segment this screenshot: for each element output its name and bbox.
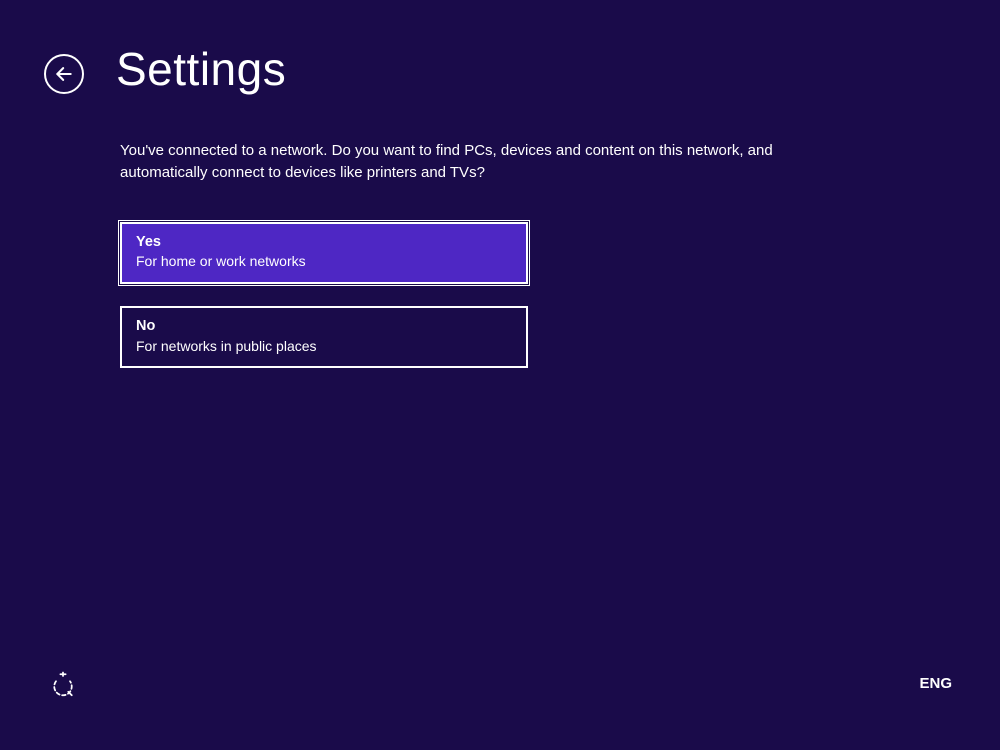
footer: ENG <box>0 668 1000 698</box>
options-group: Yes For home or work networks No For net… <box>120 222 940 369</box>
language-indicator[interactable]: ENG <box>919 675 952 692</box>
option-subtitle: For networks in public places <box>136 337 512 357</box>
accessibility-icon <box>49 669 77 697</box>
option-title: Yes <box>136 233 512 252</box>
back-arrow-icon <box>54 64 74 84</box>
prompt-text: You've connected to a network. Do you wa… <box>120 140 860 184</box>
content: You've connected to a network. Do you wa… <box>0 96 1000 368</box>
yes-button[interactable]: Yes For home or work networks <box>120 222 528 284</box>
header: Settings <box>0 0 1000 96</box>
accessibility-button[interactable] <box>48 668 78 698</box>
no-button[interactable]: No For networks in public places <box>120 306 528 368</box>
back-button[interactable] <box>44 54 84 94</box>
option-subtitle: For home or work networks <box>136 252 512 272</box>
page-title: Settings <box>116 42 286 96</box>
option-title: No <box>136 317 512 336</box>
